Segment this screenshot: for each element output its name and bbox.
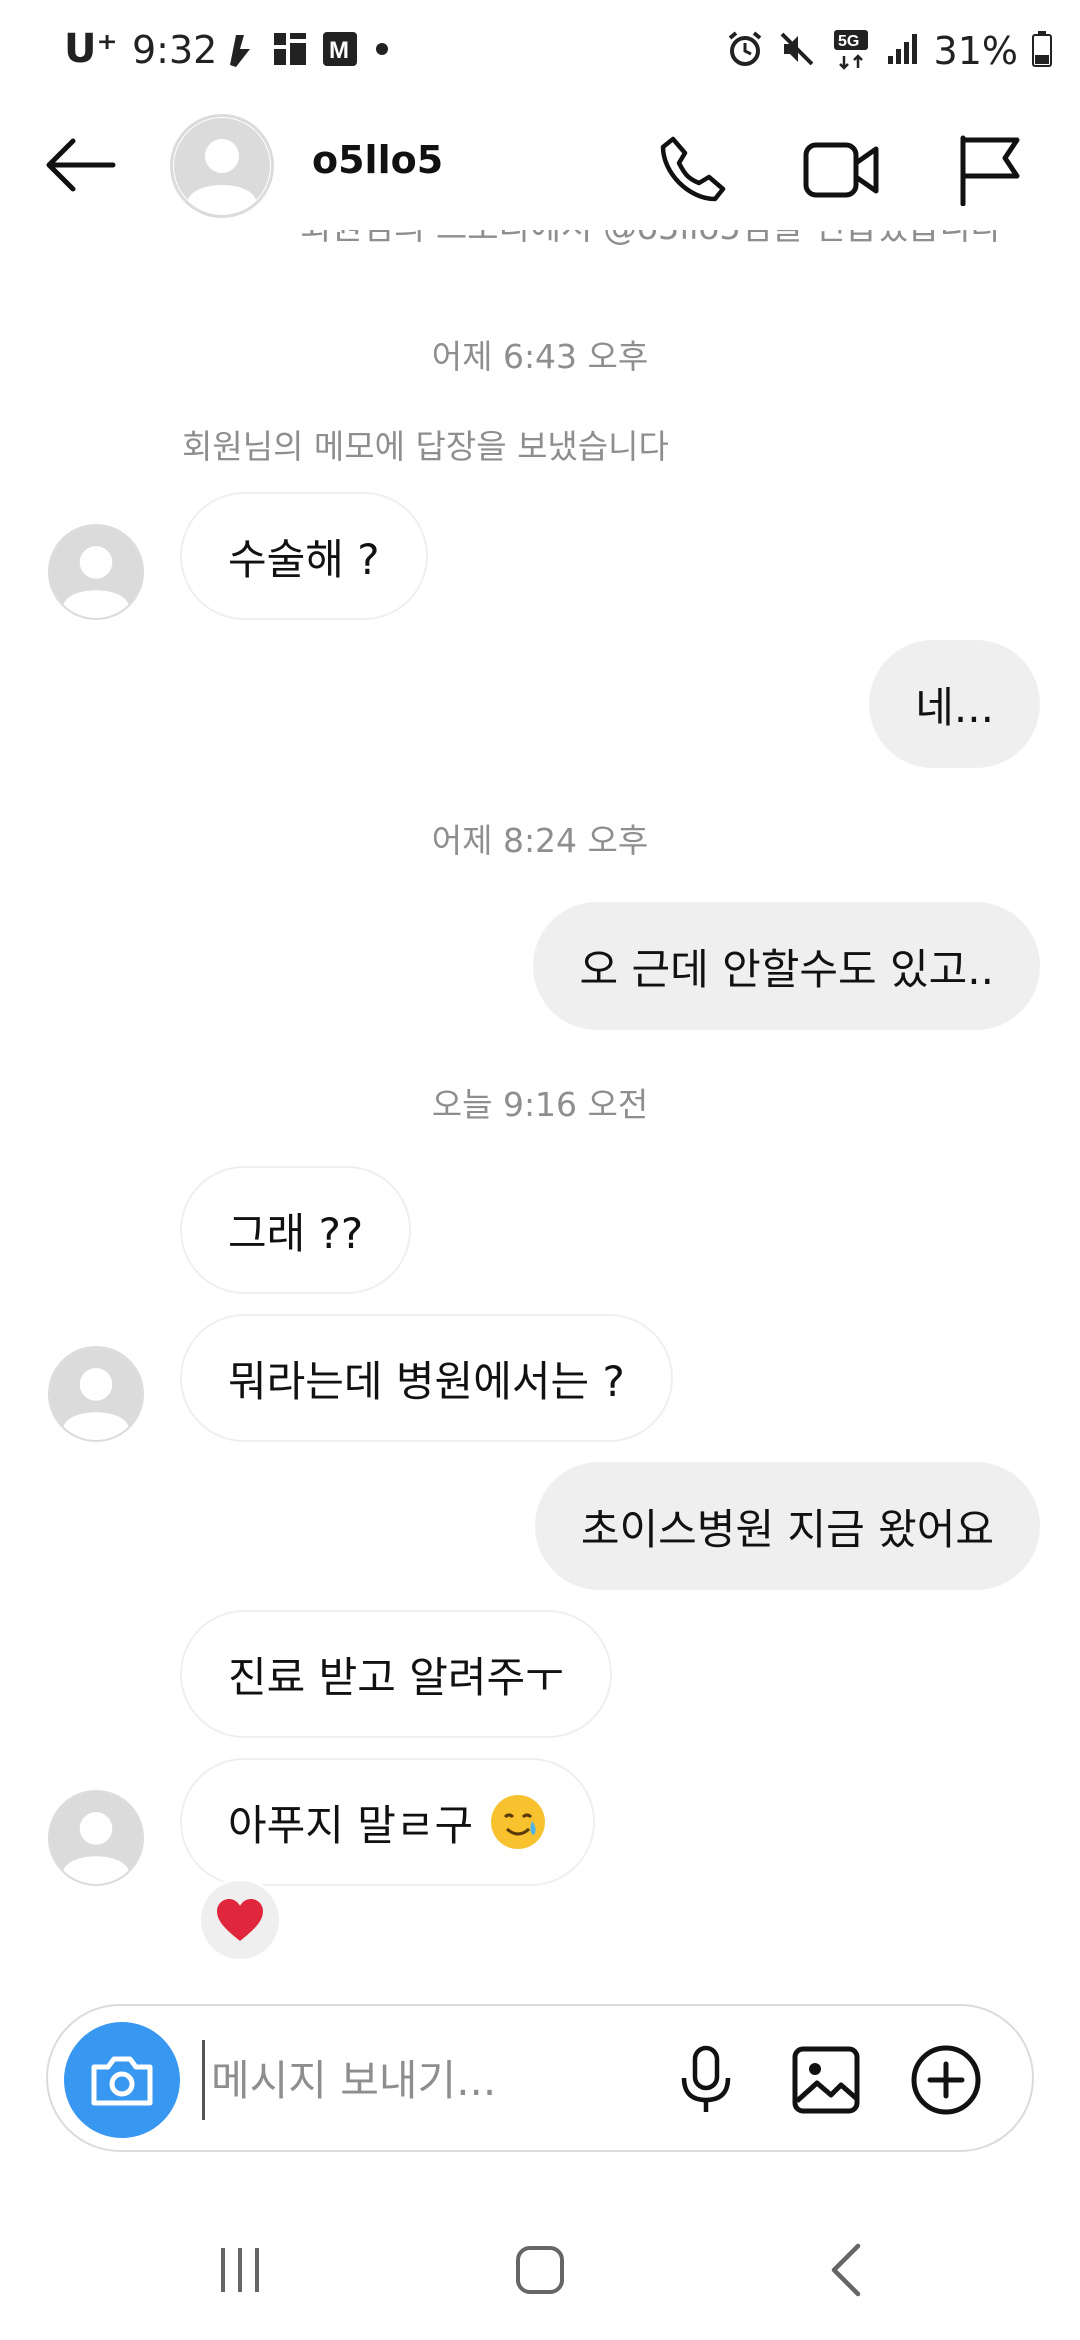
grid-notification-icon (272, 31, 308, 71)
mute-icon (778, 30, 816, 72)
voice-message-button[interactable] (664, 2038, 748, 2122)
dm-screen: U⁺ 9:32 M 5G 31% o5llo5 어제 6:43 오후 회원님의 … (0, 0, 1080, 2340)
message-composer (46, 2004, 1034, 2152)
voice-call-button[interactable] (652, 130, 732, 210)
video-camera-icon (803, 142, 879, 198)
sender-avatar[interactable] (48, 524, 144, 620)
heart-icon (217, 1899, 263, 1941)
timestamp: 어제 8:24 오후 (431, 821, 649, 860)
plus-circle-icon (911, 2045, 981, 2115)
heart-reaction[interactable] (198, 1878, 282, 1962)
video-call-button[interactable] (802, 130, 882, 210)
recent-apps-button[interactable] (190, 2230, 290, 2310)
camera-icon (91, 2056, 153, 2106)
reply-note: 회원님의 메모에 답장을 보냈습니다 (182, 427, 669, 466)
chat-header: o5llo5 (0, 100, 1080, 230)
battery-icon (1032, 31, 1052, 71)
more-notifications-dot-icon (372, 39, 392, 63)
battery-percent: 31% (933, 29, 1018, 73)
svg-text:5G: 5G (838, 33, 859, 50)
clock: 9:32 (132, 28, 218, 72)
message-text: 진료 받고 알려주ㅜ (228, 1652, 564, 1702)
message-text: 아푸지 말ㄹ구 (228, 1800, 474, 1850)
svg-text:M: M (329, 37, 349, 64)
chevron-left-icon (831, 2243, 861, 2297)
flag-icon (960, 135, 1020, 206)
mention-notice: 회원님의 스토리에서 @o5llo5님을 언급했습니다 (300, 230, 1002, 249)
message-bubble-incoming[interactable]: 뭐라는데 병원에서는 ? (180, 1314, 673, 1442)
arrow-left-icon (46, 138, 116, 192)
m-app-notification-icon: M (322, 31, 358, 71)
message-bubble-outgoing[interactable]: 초이스병원 지금 왔어요 (534, 1462, 1040, 1590)
home-icon (516, 2246, 564, 2294)
profile-avatar[interactable] (170, 114, 274, 218)
gallery-button[interactable] (784, 2038, 868, 2122)
more-options-button[interactable] (904, 2038, 988, 2122)
message-text: 초이스병원 지금 왔어요 (580, 1504, 994, 1554)
smiling-face-with-tear-icon (489, 1793, 547, 1851)
message-text: 네... (915, 682, 994, 732)
message-text: 뭐라는데 병원에서는 ? (228, 1356, 625, 1406)
alarm-icon (726, 30, 764, 72)
status-bar: U⁺ 9:32 M 5G 31% (0, 0, 1080, 100)
phone-icon (660, 136, 726, 202)
camera-button[interactable] (64, 2022, 180, 2138)
back-button[interactable] (40, 130, 120, 200)
message-bubble-incoming[interactable]: 수술해 ? (180, 492, 428, 620)
signal-icon (886, 32, 920, 70)
timestamp: 어제 6:43 오후 (431, 337, 649, 376)
message-text: 그래 ?? (228, 1208, 364, 1258)
sender-avatar[interactable] (48, 1346, 144, 1442)
timestamp: 오늘 9:16 오전 (431, 1085, 649, 1124)
image-icon (792, 2046, 860, 2114)
message-bubble-outgoing[interactable]: 네... (869, 640, 1040, 768)
message-bubble-incoming[interactable]: 진료 받고 알려주ㅜ (180, 1610, 612, 1738)
notification-icons: M (222, 28, 392, 74)
username[interactable]: o5llo5 (312, 138, 443, 182)
message-input[interactable] (202, 2040, 662, 2120)
message-text: 수술해 ? (228, 534, 380, 584)
message-bubble-incoming[interactable]: 그래 ?? (180, 1166, 412, 1294)
message-text: 오 근데 안할수도 있고.. (579, 944, 994, 994)
message-bubble-outgoing[interactable]: 오 근데 안할수도 있고.. (533, 902, 1040, 1030)
system-nav-bar (0, 2200, 1080, 2340)
5g-icon: 5G (830, 28, 872, 74)
message-bubble-incoming[interactable]: 아푸지 말ㄹ구 (180, 1758, 596, 1886)
system-status-icons: 5G 31% (726, 26, 1052, 76)
microphone-icon (681, 2045, 731, 2112)
recent-apps-icon (221, 2248, 259, 2292)
report-button[interactable] (950, 130, 1030, 210)
home-button[interactable] (490, 2230, 590, 2310)
carrier-label: U⁺ (64, 26, 118, 72)
sender-avatar[interactable] (48, 1790, 144, 1886)
message-thread[interactable]: 회원님의 스토리에서 @o5llo5님을 언급했습니다 어제 6:43 오후 회… (0, 230, 1080, 1990)
app-notification-icon (222, 29, 258, 73)
system-back-button[interactable] (796, 2230, 896, 2310)
